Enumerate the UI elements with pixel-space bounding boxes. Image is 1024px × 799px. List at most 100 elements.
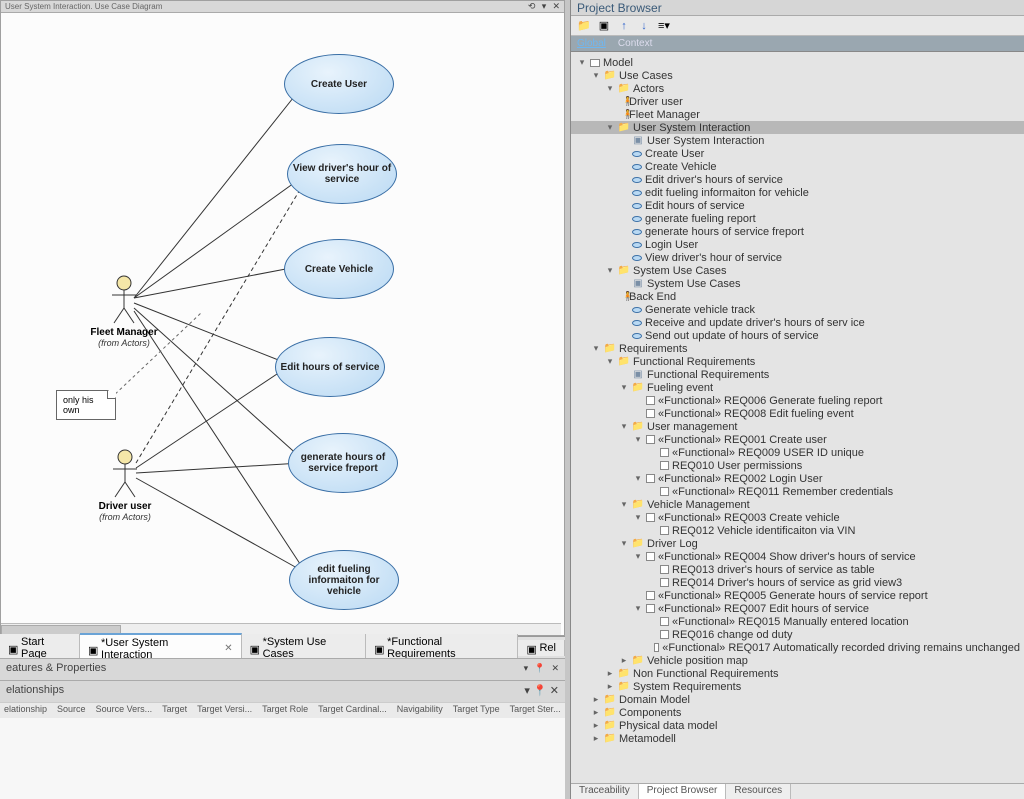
usecase-uc6[interactable]: edit fueling informaiton for vehicle	[289, 550, 399, 610]
tree-node[interactable]: generate fueling report	[571, 212, 1024, 225]
usecase-uc3[interactable]: Create Vehicle	[284, 239, 394, 299]
column-header[interactable]: Target	[162, 704, 187, 717]
tree-node[interactable]: «Functional» REQ017 Automatically record…	[571, 641, 1024, 654]
tree-node[interactable]: ▾System Use Cases	[571, 264, 1024, 277]
tree-node[interactable]: ▸Vehicle position map	[571, 654, 1024, 667]
tree-node[interactable]: Edit hours of service	[571, 199, 1024, 212]
tree-node[interactable]: ▸Physical data model	[571, 719, 1024, 732]
tree-node[interactable]: ▾«Functional» REQ004 Show driver's hours…	[571, 550, 1024, 563]
tree-node[interactable]: ▾User System Interaction	[571, 121, 1024, 134]
tree-node[interactable]: «Functional» REQ015 Manually entered loc…	[571, 615, 1024, 628]
expand-icon[interactable]: ▾	[633, 551, 643, 562]
expand-icon[interactable]: ▾	[619, 499, 629, 510]
tree-node[interactable]: ▸Non Functional Requirements	[571, 667, 1024, 680]
usecase-uc4[interactable]: Edit hours of service	[275, 337, 385, 397]
tree-node[interactable]: ▾«Functional» REQ003 Create vehicle	[571, 511, 1024, 524]
expand-icon[interactable]: ▸	[591, 720, 601, 731]
tree-node[interactable]: ▸Metamodell	[571, 732, 1024, 745]
close-icon[interactable]: ✕	[550, 685, 559, 697]
tree-node[interactable]: ▾Vehicle Management	[571, 498, 1024, 511]
tree-node[interactable]: REQ016 change od duty	[571, 628, 1024, 641]
diagram-canvas[interactable]: only his own Fleet Manager(from Actors)D…	[1, 13, 564, 625]
expand-icon[interactable]: ▾	[633, 512, 643, 523]
tree-node[interactable]: Edit driver's hours of service	[571, 173, 1024, 186]
tree-node[interactable]: Receive and update driver's hours of ser…	[571, 316, 1024, 329]
tree-node[interactable]: «Functional» REQ005 Generate hours of se…	[571, 589, 1024, 602]
tree-node[interactable]: ▾«Functional» REQ007 Edit hours of servi…	[571, 602, 1024, 615]
expand-icon[interactable]: ▾	[619, 421, 629, 432]
relationships-panel-header[interactable]: elationships ▾ 📍 ✕	[0, 680, 565, 702]
features-panel-header[interactable]: eatures & Properties ▾ 📍 ✕	[0, 658, 565, 680]
doc-tab[interactable]: ▣Rel	[518, 640, 565, 656]
tree-node[interactable]: REQ010 User permissions	[571, 459, 1024, 472]
tree-node[interactable]: REQ012 Vehicle identificaiton via VIN	[571, 524, 1024, 537]
tree-node[interactable]: ▾Requirements	[571, 342, 1024, 355]
up-arrow-icon[interactable]: ↑	[617, 19, 631, 33]
expand-icon[interactable]: ▾	[633, 434, 643, 445]
expand-icon[interactable]: ▸	[605, 668, 615, 679]
expand-icon[interactable]: ▾	[605, 122, 615, 133]
column-header[interactable]: Target Type	[453, 704, 500, 717]
column-header[interactable]: elationship	[4, 704, 47, 717]
tree-node[interactable]: «Functional» REQ011 Remember credentials	[571, 485, 1024, 498]
browser-scope-tab[interactable]: Context	[618, 38, 652, 49]
tree-node[interactable]: Fleet Manager	[571, 108, 1024, 121]
close-icon[interactable]: ✕	[224, 643, 232, 654]
tree-node[interactable]: generate hours of service freport	[571, 225, 1024, 238]
tree-node[interactable]: ▸Domain Model	[571, 693, 1024, 706]
tree-node[interactable]: REQ013 driver's hours of service as tabl…	[571, 563, 1024, 576]
usecase-uc2[interactable]: View driver's hour of service	[287, 144, 397, 204]
tree-node[interactable]: ▾Actors	[571, 82, 1024, 95]
browser-bottom-tab[interactable]: Project Browser	[639, 784, 727, 799]
expand-icon[interactable]: ▾	[591, 70, 601, 81]
tree-node[interactable]: ▾Fueling event	[571, 381, 1024, 394]
column-header[interactable]: Target Versi...	[197, 704, 252, 717]
tree-node[interactable]: «Functional» REQ009 USER ID unique	[571, 446, 1024, 459]
expand-icon[interactable]: ▾	[619, 382, 629, 393]
expand-icon[interactable]: ▸	[619, 655, 629, 666]
expand-icon[interactable]: ▸	[591, 733, 601, 744]
expand-icon[interactable]: ▸	[591, 707, 601, 718]
tree-node[interactable]: ▾Driver Log	[571, 537, 1024, 550]
close-icon[interactable]: ✕	[552, 1, 560, 11]
down-arrow-icon[interactable]: ↓	[637, 19, 651, 33]
restore-icon[interactable]: ⟲	[528, 1, 536, 11]
column-header[interactable]: Navigability	[397, 704, 443, 717]
expand-icon[interactable]: ▸	[591, 694, 601, 705]
tree-node[interactable]: ▾Model	[571, 56, 1024, 69]
column-header[interactable]: Target Role	[262, 704, 308, 717]
column-header[interactable]: Target Ster...	[510, 704, 561, 717]
tree-node[interactable]: edit fueling informaiton for vehicle	[571, 186, 1024, 199]
tree-node[interactable]: REQ014 Driver's hours of service as grid…	[571, 576, 1024, 589]
tree-node[interactable]: ▸System Requirements	[571, 680, 1024, 693]
actor-fm[interactable]: Fleet Manager(from Actors)	[109, 275, 139, 325]
new-package-button[interactable]: 📁	[577, 19, 591, 33]
tree-node[interactable]: ▾«Functional» REQ001 Create user	[571, 433, 1024, 446]
expand-icon[interactable]: ▾	[591, 343, 601, 354]
column-header[interactable]: Source	[57, 704, 86, 717]
tree-node[interactable]: ▾Use Cases	[571, 69, 1024, 82]
project-tree[interactable]: ▾Model▾Use Cases▾ActorsDriver userFleet …	[571, 52, 1024, 779]
expand-icon[interactable]: ▾	[619, 538, 629, 549]
tree-node[interactable]: Back End	[571, 290, 1024, 303]
tree-node[interactable]: View driver's hour of service	[571, 251, 1024, 264]
tree-node[interactable]: ▸Components	[571, 706, 1024, 719]
new-diagram-button[interactable]: ▣	[597, 19, 611, 33]
tree-node[interactable]: Create User	[571, 147, 1024, 160]
tree-node[interactable]: «Functional» REQ008 Edit fueling event	[571, 407, 1024, 420]
tree-node[interactable]: Login User	[571, 238, 1024, 251]
hamburger-menu-icon[interactable]: ≡▾	[657, 19, 671, 33]
dropdown-icon[interactable]: ▾	[524, 663, 529, 673]
expand-icon[interactable]: ▾	[605, 356, 615, 367]
tree-node[interactable]: Functional Requirements	[571, 368, 1024, 381]
pin-icon[interactable]: 📍	[534, 663, 545, 673]
dropdown-icon[interactable]: ▾	[524, 685, 530, 697]
diagram-note[interactable]: only his own	[56, 390, 116, 420]
expand-icon[interactable]: ▾	[633, 603, 643, 614]
usecase-uc1[interactable]: Create User	[284, 54, 394, 114]
expand-icon[interactable]: ▾	[605, 265, 615, 276]
tree-node[interactable]: ▾«Functional» REQ002 Login User	[571, 472, 1024, 485]
tree-node[interactable]: ▾User management	[571, 420, 1024, 433]
browser-bottom-tab[interactable]: Resources	[726, 784, 791, 799]
pin-icon[interactable]: 📍	[533, 685, 547, 697]
